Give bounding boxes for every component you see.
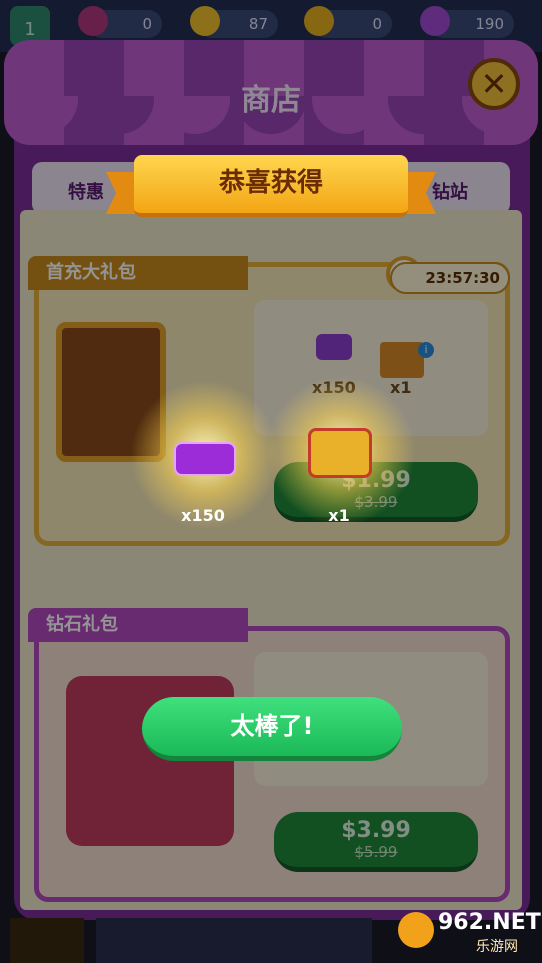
watermark: 962.NET 乐游网 — [398, 908, 541, 960]
reward-qty: x150 — [181, 506, 225, 525]
reward-banner: 恭喜获得 — [134, 155, 408, 217]
gift-box-icon — [308, 428, 372, 478]
watermark-logo — [398, 912, 434, 948]
watermark-brand: 962.NET — [438, 910, 541, 935]
watermark-sub: 乐游网 — [476, 939, 518, 955]
reward-qty: x1 — [328, 506, 350, 525]
confirm-button[interactable]: 太棒了! — [142, 697, 402, 761]
amethyst-icon — [174, 442, 236, 476]
